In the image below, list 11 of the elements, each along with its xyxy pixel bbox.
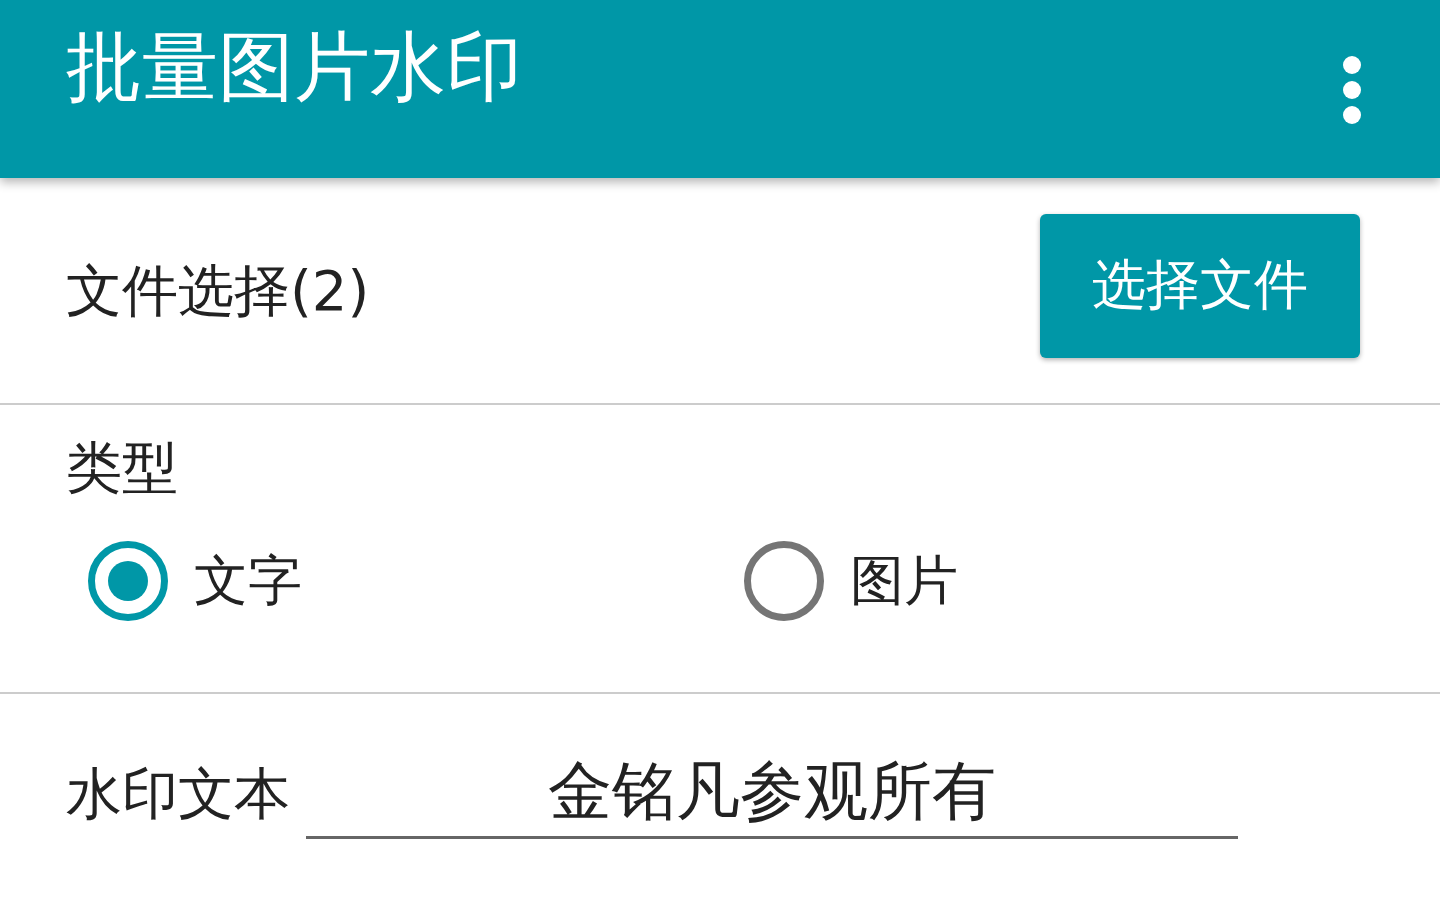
radio-button[interactable] xyxy=(744,541,824,621)
app-title: 批量图片水印 xyxy=(66,22,522,112)
watermark-text-field[interactable]: 金铭凡参观所有 xyxy=(306,754,1238,839)
type-label: 类型 xyxy=(66,435,178,500)
select-file-button[interactable]: 选择文件 xyxy=(1040,213,1360,358)
radio-label[interactable]: 图片 xyxy=(850,544,958,618)
file-select-label: 文件选择(2) xyxy=(66,257,370,324)
watermark-text-label: 水印文本 xyxy=(66,761,290,827)
more-options-icon[interactable] xyxy=(1342,55,1362,125)
radio-label[interactable]: 文字 xyxy=(194,544,302,618)
radio-button[interactable] xyxy=(88,541,168,621)
